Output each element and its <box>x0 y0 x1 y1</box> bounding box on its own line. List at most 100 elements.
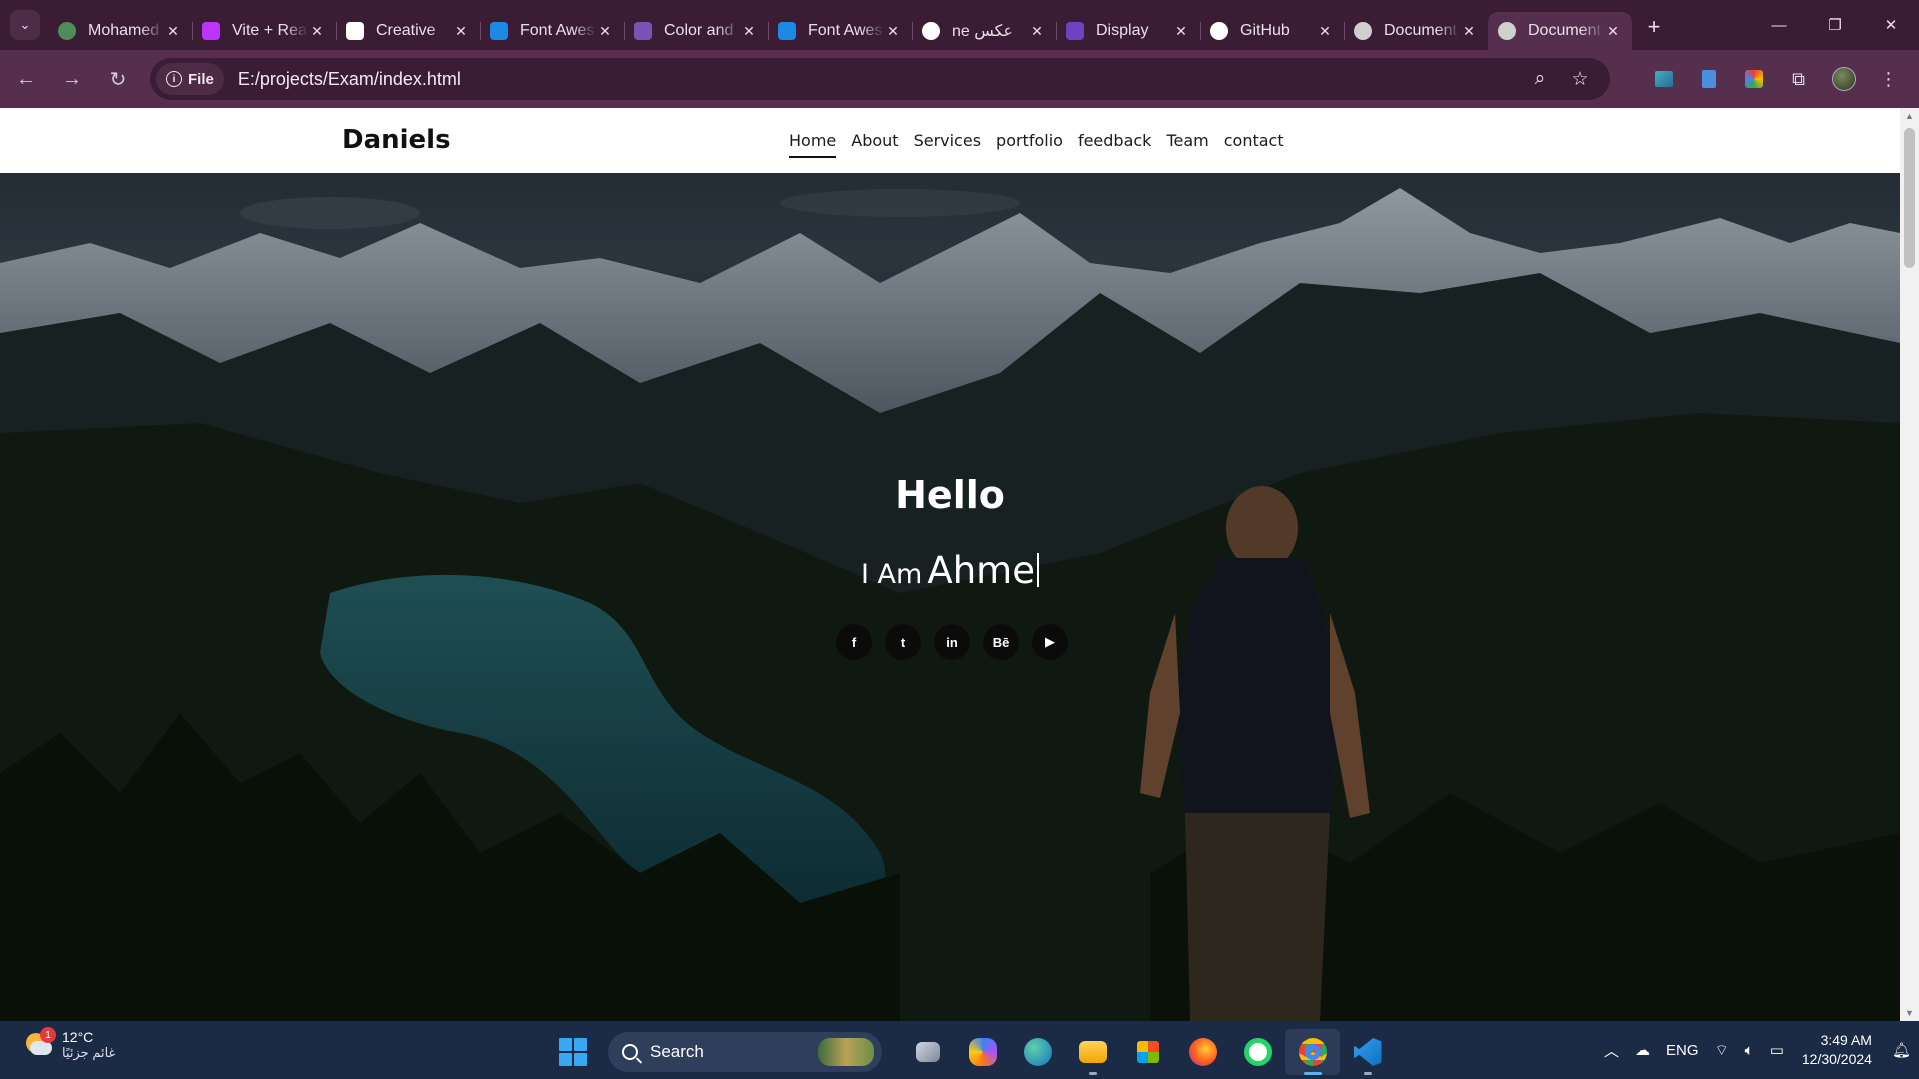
bootstrap-icon <box>634 22 652 40</box>
close-tab-icon[interactable]: ✕ <box>1460 23 1478 40</box>
clock[interactable]: 3:49 AM 12/30/2024 <box>1792 1031 1884 1069</box>
weather-temperature: 12°C <box>62 1029 94 1045</box>
onedrive-icon[interactable]: ☁ <box>1627 1041 1658 1059</box>
whatsapp-icon <box>1243 1038 1272 1066</box>
site-navbar: Daniels Home About Services portfolio feedba… <box>0 108 1900 173</box>
task-view-icon <box>915 1042 940 1062</box>
url-text[interactable]: E:/projects/Exam/index.html <box>238 69 461 90</box>
start-button[interactable] <box>552 1031 594 1073</box>
firefox-button[interactable] <box>1175 1029 1230 1075</box>
extensions-menu-button[interactable]: ⧉ <box>1776 59 1821 99</box>
address-bar[interactable]: i File E:/projects/Exam/index.html ⌕ ☆ <box>150 58 1610 100</box>
tab-title: Display <box>1096 22 1149 39</box>
hero-section: Hello I Am Ahme f t in Bē ▶ <box>0 173 1900 1021</box>
nav-link-home[interactable]: Home <box>789 131 837 158</box>
scroll-down-icon[interactable]: ▼ <box>1900 1005 1919 1021</box>
close-tab-icon[interactable]: ✕ <box>1028 23 1046 40</box>
close-tab-icon[interactable]: ✕ <box>1316 23 1334 40</box>
taskbar: 1 12°C غائم جزئيًا Search ︿ ☁ ENG ⌔ 🔈︎ ▭… <box>0 1021 1919 1079</box>
linkedin-icon[interactable]: in <box>934 624 970 660</box>
social-links: f t in Bē ▶ <box>836 624 1068 660</box>
browser-tab[interactable]: Vite + React✕ <box>192 12 336 50</box>
browser-tab[interactable]: Font Awesome✕ <box>480 12 624 50</box>
nav-link-about[interactable]: About <box>851 131 898 158</box>
youtube-icon[interactable]: ▶ <box>1032 624 1068 660</box>
battery-icon[interactable]: ▭ <box>1762 1041 1792 1059</box>
restore-icon: ❐ <box>1828 17 1842 34</box>
whatsapp-button[interactable] <box>1230 1029 1285 1075</box>
nav-link-services[interactable]: Services <box>914 131 981 158</box>
browser-tab[interactable]: Document ✕ <box>1344 12 1488 50</box>
bookmark-button[interactable]: ☆ <box>1560 68 1600 91</box>
facebook-icon[interactable]: f <box>836 624 872 660</box>
scrollbar-thumb[interactable] <box>1904 128 1915 268</box>
browser-tab[interactable]: ne عكس ✕ <box>912 12 1056 50</box>
close-tab-icon[interactable]: ✕ <box>740 23 758 40</box>
close-tab-icon[interactable]: ✕ <box>884 23 902 40</box>
reload-button[interactable]: ↻ <box>98 59 138 99</box>
taskbar-search[interactable]: Search <box>608 1032 882 1072</box>
weather-widget[interactable]: 1 12°C غائم جزئيًا <box>22 1027 115 1061</box>
site-info-button[interactable]: i File <box>156 63 224 95</box>
chevron-down-icon: ⌄ <box>19 17 31 32</box>
wifi-icon[interactable]: ⌔ <box>1707 1041 1737 1060</box>
profile-button[interactable] <box>1821 59 1866 99</box>
behance-icon[interactable]: Bē <box>983 624 1019 660</box>
task-view-button[interactable] <box>900 1029 955 1075</box>
forward-button[interactable]: → <box>52 59 92 99</box>
back-button[interactable]: ← <box>6 59 46 99</box>
zoom-button[interactable]: ⌕ <box>1520 68 1560 91</box>
notification-badge: 1 <box>40 1027 56 1043</box>
page-scrollbar[interactable]: ▲ ▼ <box>1900 108 1919 1021</box>
volume-icon[interactable]: 🔈︎ <box>1737 1042 1762 1059</box>
info-icon: i <box>166 71 182 87</box>
nav-link-contact[interactable]: contact <box>1224 131 1284 158</box>
nav-link-team[interactable]: Team <box>1166 131 1208 158</box>
file-explorer-button[interactable] <box>1065 1029 1120 1075</box>
copilot-button[interactable] <box>955 1029 1010 1075</box>
vscode-button[interactable] <box>1340 1029 1395 1075</box>
search-highlight-image <box>818 1038 874 1066</box>
edge-button[interactable] <box>1010 1029 1065 1075</box>
close-tab-icon[interactable]: ✕ <box>596 23 614 40</box>
store-button[interactable] <box>1120 1029 1175 1075</box>
extension-button[interactable] <box>1641 59 1686 99</box>
scroll-up-icon[interactable]: ▲ <box>1900 108 1919 124</box>
close-tab-icon[interactable]: ✕ <box>308 23 326 40</box>
tab-title: Color and <box>664 22 734 39</box>
browser-tab[interactable]: Display ✕ <box>1056 12 1200 50</box>
twitter-icon[interactable]: t <box>885 624 921 660</box>
tab-search-button[interactable]: ⌄ <box>10 10 40 40</box>
avatar <box>1831 67 1856 91</box>
browser-tab[interactable]: GitHub ✕ <box>1200 12 1344 50</box>
nav-link-portfolio[interactable]: portfolio <box>996 131 1063 158</box>
restore-button[interactable]: ❐ <box>1807 0 1863 50</box>
close-tab-icon[interactable]: ✕ <box>1172 23 1190 40</box>
copilot-icon <box>968 1038 997 1066</box>
browser-tab[interactable]: Creative ✕ <box>336 12 480 50</box>
language-indicator[interactable]: ENG <box>1658 1042 1707 1059</box>
new-tab-button[interactable]: + <box>1638 11 1670 43</box>
notifications-bell-icon[interactable]: 🔔︎ <box>1884 1041 1919 1059</box>
extension-image-icon <box>1654 71 1673 87</box>
browser-tab[interactable]: Font Awesome✕ <box>768 12 912 50</box>
close-window-button[interactable]: ✕ <box>1863 0 1919 50</box>
show-hidden-icons-button[interactable]: ︿ <box>1596 1040 1627 1061</box>
extension-button[interactable] <box>1686 59 1731 99</box>
close-tab-icon[interactable]: ✕ <box>1604 23 1622 40</box>
close-tab-icon[interactable]: ✕ <box>452 23 470 40</box>
tab-title: Mohamed <box>88 22 160 39</box>
browser-tab[interactable]: Document ✕ <box>1488 12 1632 50</box>
nav-link-feedback[interactable]: feedback <box>1078 131 1152 158</box>
close-tab-icon[interactable]: ✕ <box>164 23 182 40</box>
browser-tab[interactable]: Mohamed ✕ <box>48 12 192 50</box>
browser-menu-button[interactable]: ⋮ <box>1866 59 1911 99</box>
browser-tab[interactable]: Color and ✕ <box>624 12 768 50</box>
minimize-button[interactable]: — <box>1751 0 1807 50</box>
tab-title: Document <box>1528 22 1601 39</box>
reload-icon: ↻ <box>109 68 127 91</box>
folder-icon <box>1078 1041 1107 1063</box>
chrome-button[interactable] <box>1285 1029 1340 1075</box>
brand-logo[interactable]: Daniels <box>342 125 451 155</box>
extension-button[interactable] <box>1731 59 1776 99</box>
